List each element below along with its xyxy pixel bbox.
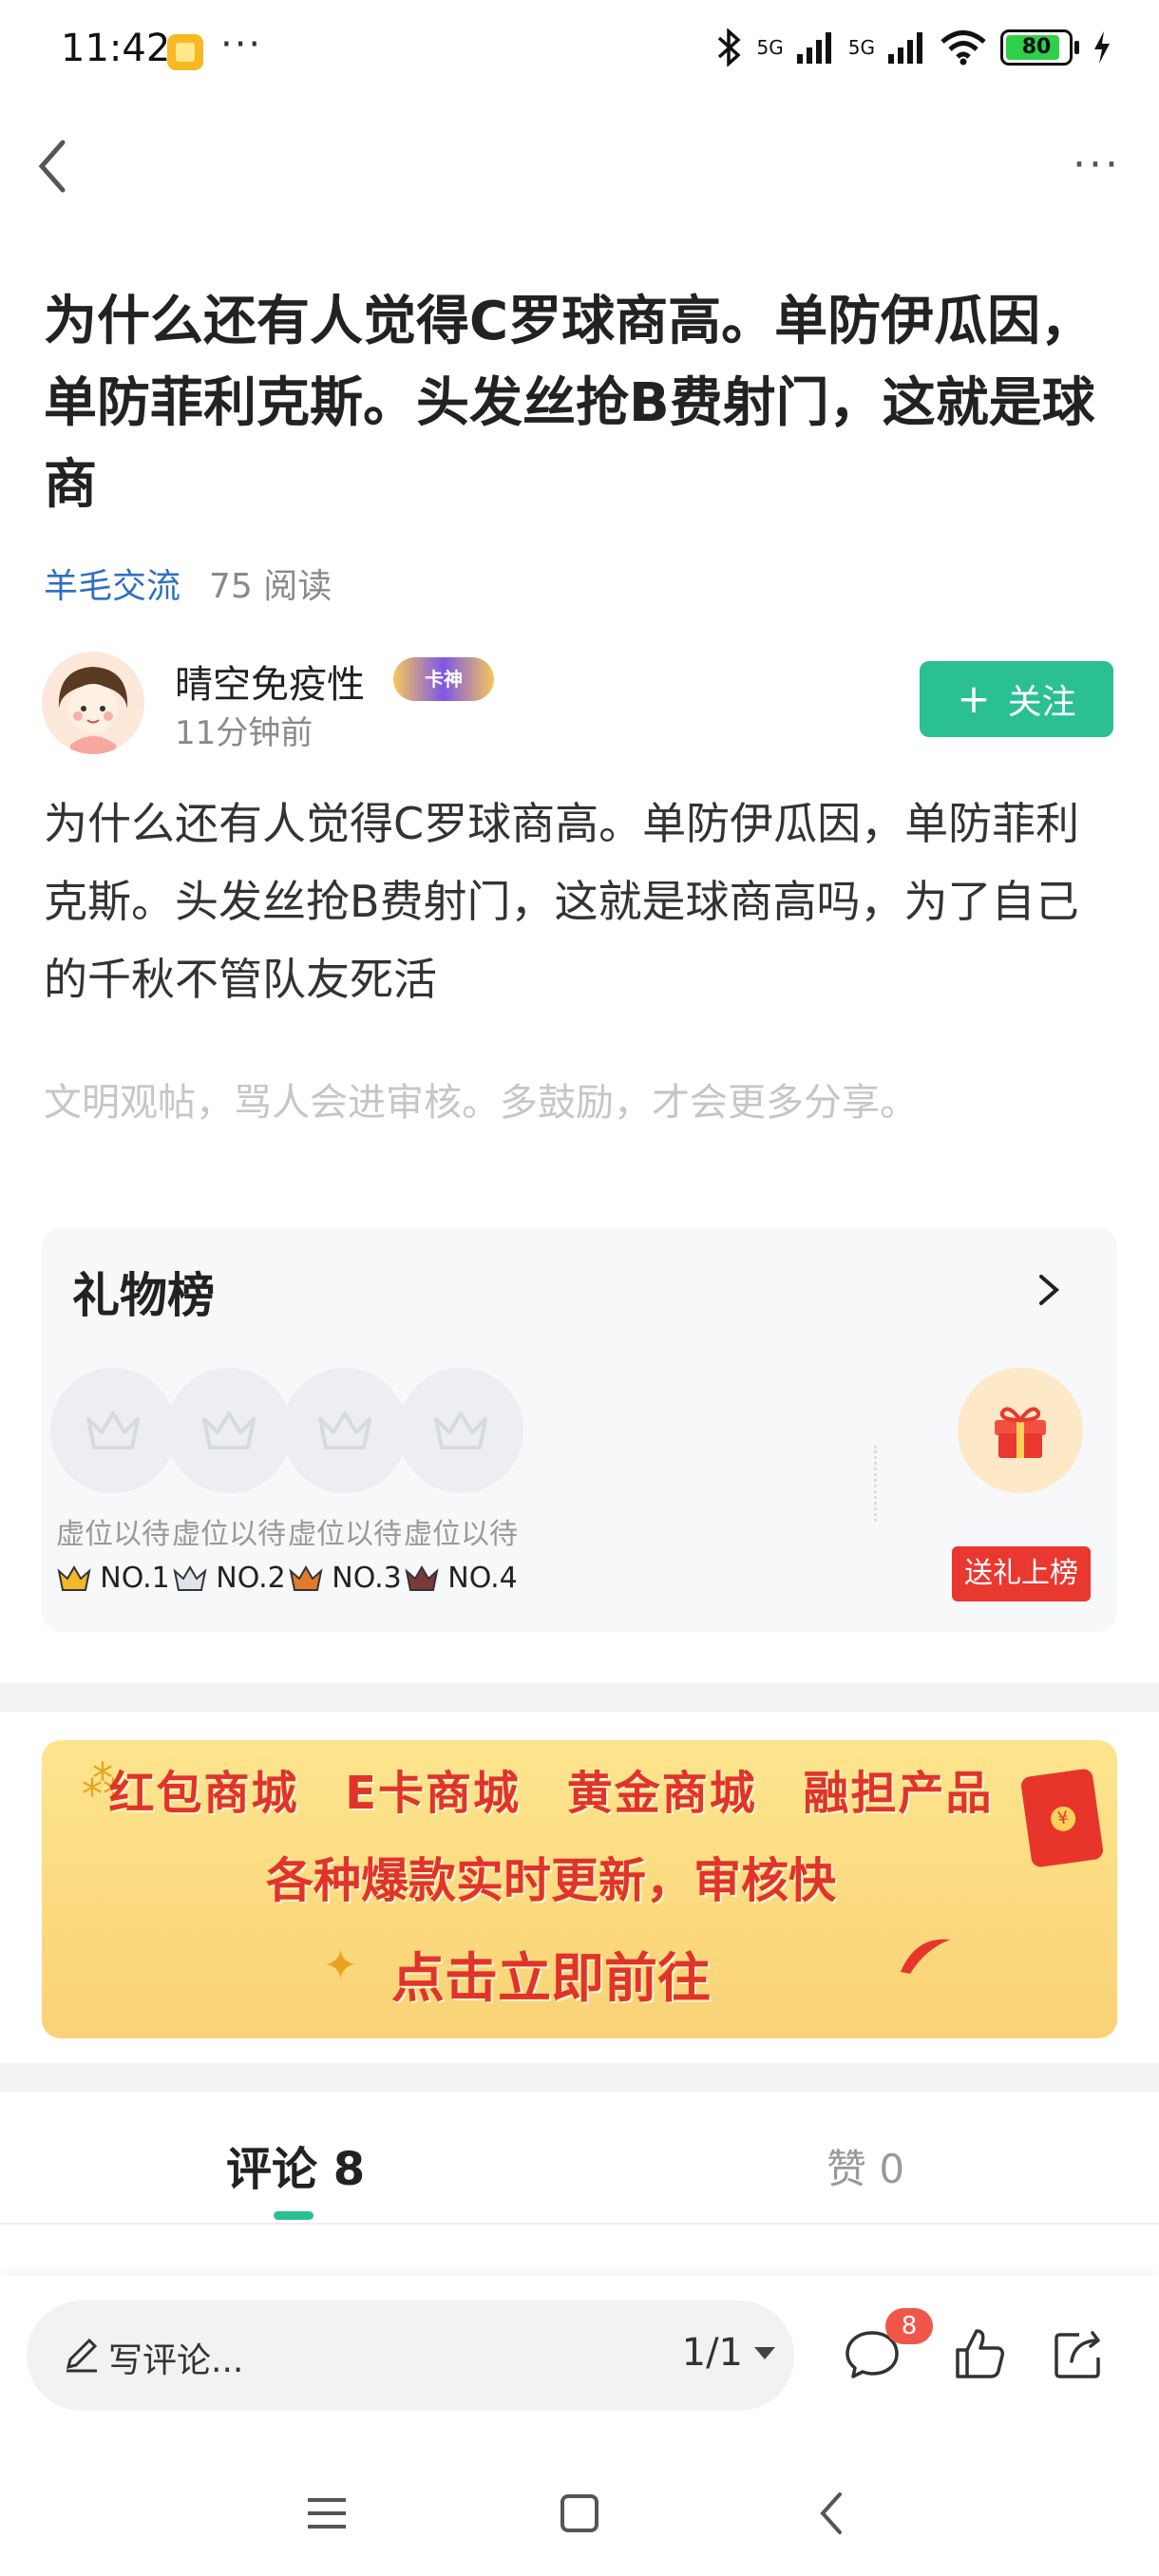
gift-slot[interactable]: 虚位以待 NO.4 — [390, 1368, 532, 1595]
back-button[interactable] — [25, 133, 82, 199]
crown-gold-icon — [57, 1564, 91, 1591]
signal-icon — [796, 32, 831, 64]
gift-divider — [874, 1446, 877, 1522]
follow-label: 关注 — [1007, 683, 1076, 722]
battery-cap — [1074, 41, 1079, 54]
charging-icon — [1094, 31, 1110, 64]
bottom-action-bar: 写评论... 1/1 8 — [0, 2276, 1159, 2437]
menu-icon[interactable] — [298, 2485, 355, 2542]
send-gift-button[interactable]: 送礼上榜 — [952, 1546, 1091, 1601]
ribbon-icon — [901, 1939, 950, 1974]
comment-count-badge: 8 — [885, 2308, 933, 2344]
crown-icon — [202, 1411, 256, 1449]
wifi-icon — [940, 30, 986, 66]
slot-avatar-placeholder — [398, 1368, 523, 1493]
post-title: 为什么还有人觉得C罗球商高。单防伊瓜因，单防菲利克斯。头发丝抢B费射门，这就是球… — [44, 291, 1095, 516]
gift-rank-card: 礼物榜 虚位以待 NO.1 虚位以待 NO.2 虚位以待 NO.3 虚位以待 N… — [42, 1227, 1117, 1632]
tab-likes[interactable]: 赞 0 — [826, 2137, 904, 2195]
section-divider — [0, 1683, 1159, 1712]
system-navigation-bar — [0, 2451, 1159, 2576]
home-icon[interactable] — [551, 2485, 608, 2542]
category-link[interactable]: 羊毛交流 — [44, 559, 180, 608]
comment-input[interactable]: 写评论... 1/1 — [27, 2301, 794, 2411]
status-icons: 5G 5G 80 — [715, 28, 1112, 66]
post-time: 11分钟前 — [175, 714, 314, 752]
tabs-divider — [0, 2223, 1159, 2225]
plus-icon: + — [957, 675, 991, 722]
caret-down-icon — [754, 2346, 775, 2359]
crown-icon — [434, 1411, 487, 1449]
back-icon[interactable] — [804, 2485, 861, 2542]
more-options-button[interactable]: ··· — [1073, 141, 1121, 189]
active-tab-indicator — [274, 2211, 314, 2220]
banner-line-2: 各种爆款实时更新，审核快 — [266, 1853, 836, 1908]
signal-label-1: 5G — [756, 36, 784, 59]
follow-button[interactable]: + 关注 — [920, 661, 1113, 737]
like-icon[interactable] — [948, 2323, 1009, 2384]
section-divider — [0, 2063, 1159, 2092]
status-more-dots: ··· — [220, 23, 263, 66]
post-meta: 羊毛交流 75 阅读 — [44, 559, 332, 608]
tab-comments[interactable]: 评论 8 — [226, 2131, 365, 2198]
crown-icon — [86, 1411, 140, 1449]
signal-icon — [888, 32, 922, 64]
signal-label-2: 5G — [847, 36, 875, 59]
crown-icon — [318, 1411, 371, 1449]
read-count: 75 阅读 — [209, 567, 332, 606]
status-bar: 11:42 ··· 5G 5G 80 — [0, 0, 1159, 104]
pencil-icon — [66, 2338, 98, 2373]
gift-icon — [995, 1407, 1046, 1458]
author-badge: 卡神 — [393, 657, 494, 701]
avatar[interactable] — [42, 652, 144, 754]
author-name[interactable]: 晴空免疫性 — [175, 653, 365, 709]
crown-dark-icon — [405, 1564, 439, 1591]
slot-label: 虚位以待 — [404, 1518, 518, 1551]
promo-banner[interactable]: ⁂ 红包商城 E卡商城 黄金商城 融担产品 各种爆款实时更新，审核快 ✦ 点击立… — [42, 1740, 1117, 2038]
page-selector[interactable]: 1/1 — [682, 2331, 775, 2375]
page-indicator-text: 1/1 — [681, 2331, 743, 2375]
share-icon[interactable] — [1049, 2323, 1110, 2384]
crown-bronze-icon — [289, 1564, 323, 1591]
crown-silver-icon — [173, 1564, 207, 1591]
chevron-right-icon[interactable] — [1036, 1271, 1062, 1309]
slot-rank: NO.4 — [390, 1562, 532, 1595]
gift-rank-title: 礼物榜 — [72, 1268, 215, 1323]
comment-placeholder: 写评论... — [108, 2341, 244, 2380]
battery-icon: 80 — [1000, 29, 1073, 66]
slot-rank-text: NO.4 — [447, 1562, 518, 1595]
civility-notice: 文明观帖，骂人会进审核。多鼓励，才会更多分享。 — [44, 1081, 918, 1125]
status-time: 11:42 — [61, 27, 171, 70]
app-notification-icon — [167, 34, 203, 70]
gift-box-button[interactable] — [958, 1368, 1083, 1493]
red-envelope-icon — [1019, 1768, 1105, 1868]
post-body: 为什么还有人觉得C罗球商高。单防伊瓜因，单防菲利克斯。头发丝抢B费射门，这就是球… — [44, 798, 1080, 1005]
battery-level: 80 — [1021, 35, 1052, 59]
banner-line-1: 红包商城 E卡商城 黄金商城 融担产品 — [108, 1767, 994, 1820]
bluetooth-icon — [717, 28, 741, 66]
